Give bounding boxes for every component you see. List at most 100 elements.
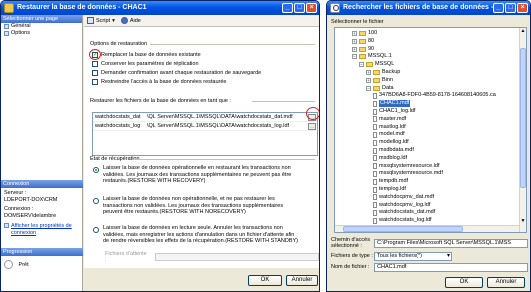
- browse-file-button[interactable]: …: [308, 122, 316, 130]
- progress-section: Progression Prêt: [1, 248, 83, 271]
- tree-file-item[interactable]: msdblog.ldf: [373, 155, 407, 162]
- file-icon: [373, 163, 377, 170]
- table-empty-area: [93, 131, 317, 155]
- standby-radio[interactable]: [93, 227, 99, 233]
- tree-file-item[interactable]: model.mdf: [373, 131, 405, 138]
- tree-folder-item[interactable]: − Data: [366, 85, 394, 92]
- file-name-input[interactable]: CHAC1.mdf: [374, 263, 528, 272]
- tree-file-item[interactable]: msdbdata.mdf: [373, 147, 414, 154]
- norecovery-option-row[interactable]: Laisser la base de données non opération…: [93, 196, 299, 216]
- tree-folder-item[interactable]: + Binn: [366, 77, 393, 84]
- ok-button[interactable]: OK: [445, 277, 483, 288]
- restrict-access-checkbox-row[interactable]: Restreindre l'accès à la base de données…: [92, 79, 227, 85]
- tree-item-label: Binn: [382, 76, 394, 83]
- folder-icon: [373, 70, 380, 75]
- file-type-label: Fichiers de type :: [331, 253, 373, 259]
- replace-db-checkbox-row[interactable]: Remplacer la base de données existante: [92, 51, 201, 58]
- folder-icon: [359, 54, 366, 60]
- scrollbar-thumb[interactable]: [343, 226, 463, 232]
- standby-option-row[interactable]: Laisser la base de données en lecture se…: [93, 225, 299, 245]
- table-row[interactable]: watchdocstats_log \QL Server\MSSQL.1\MSS…: [93, 122, 317, 131]
- collapse-icon[interactable]: −: [366, 85, 371, 91]
- file-tree[interactable]: +Installwatchdocstats_log.ldfwatchdocsta…: [334, 27, 527, 233]
- expand-icon[interactable]: +: [352, 46, 357, 52]
- tree-folder-item[interactable]: − MSSQL: [359, 61, 394, 68]
- browse-window-titlebar[interactable]: Rechercher les fichiers de base de donné…: [327, 1, 530, 15]
- tree-file-item[interactable]: CHAC1.mdf: [373, 100, 411, 108]
- tree-folder-item[interactable]: +100: [352, 30, 377, 37]
- scrollbar-thumb[interactable]: [520, 48, 526, 188]
- tree-item-label: 80: [368, 37, 375, 44]
- folder-icon: [373, 85, 380, 91]
- recovery-option-row[interactable]: Laisser la base de données opérationnell…: [93, 165, 299, 185]
- tree-item-label: model.mdf: [379, 131, 405, 138]
- tree-item-label: 100: [368, 30, 378, 36]
- tree-file-item[interactable]: CHAC1_log.ldf: [373, 108, 415, 115]
- expand-icon[interactable]: +: [352, 38, 357, 44]
- restore-database-window: Restaurer la base de données - CHAC1 _ □…: [0, 0, 320, 292]
- tree-file-item[interactable]: templog.ldf: [373, 186, 406, 193]
- close-button[interactable]: ×: [517, 3, 528, 13]
- collapse-icon[interactable]: −: [352, 54, 357, 60]
- cancel-button[interactable]: Annuler: [286, 275, 318, 286]
- highlight-circle: [89, 49, 101, 60]
- scroll-up-arrow-icon[interactable]: ▲: [520, 28, 526, 35]
- select-page-heading: Sélectionner une page: [1, 15, 82, 23]
- prompt-before-restore-checkbox[interactable]: [92, 70, 98, 76]
- tree-vertical-scrollbar[interactable]: ▲ ▼: [519, 28, 526, 232]
- tree-file-item[interactable]: watchdocstats_log.ldf: [373, 217, 432, 224]
- norecovery-radio[interactable]: [93, 198, 99, 204]
- keep-replication-checkbox-row[interactable]: Conserver les paramètres de réplication: [92, 61, 199, 67]
- folder-icon: [359, 46, 366, 52]
- tree-file-item[interactable]: watchdocpmv_dat.mdf: [373, 194, 434, 201]
- minimize-button[interactable]: _: [493, 3, 504, 13]
- tree-folder-item[interactable]: +90: [352, 46, 374, 53]
- prompt-before-restore-checkbox-row[interactable]: Demander confirmation avant chaque resta…: [92, 70, 261, 76]
- selected-path-input[interactable]: C:\Program Files\Microsoft SQL Server\MS…: [374, 239, 528, 248]
- tree-file-item[interactable]: master.mdf: [373, 116, 406, 123]
- sidebar-item-options[interactable]: Options: [1, 30, 82, 37]
- scroll-down-arrow-icon[interactable]: ▼: [520, 218, 526, 225]
- tree-folder-item[interactable]: +80: [352, 38, 374, 45]
- ok-button[interactable]: OK: [248, 275, 282, 286]
- tree-folder-item[interactable]: − MSSQL.1: [352, 53, 392, 60]
- tree-file-item[interactable]: mssqlsystemresource.mdf: [373, 170, 443, 177]
- folder-icon: [359, 31, 366, 36]
- tree-item-label: Data: [382, 84, 394, 91]
- sidebar-item-general[interactable]: Général: [1, 23, 82, 30]
- divider: [132, 159, 315, 160]
- table-row[interactable]: watchdocstats_dat \QL Server\MSSQL.1\MSS…: [93, 113, 317, 122]
- keep-replication-checkbox[interactable]: [92, 61, 98, 67]
- standby-file-row: Fichiers d'attente :: [105, 251, 319, 263]
- file-icon: [373, 178, 377, 185]
- recovery-radio[interactable]: [93, 167, 99, 173]
- expand-icon[interactable]: +: [366, 70, 371, 75]
- file-icon: [373, 202, 377, 209]
- restore-options-label: Options de restauration: [90, 41, 148, 47]
- tree-file-item[interactable]: modellog.ldf: [373, 139, 409, 146]
- view-connection-properties-link[interactable]: Afficher les propriétés de connexion: [11, 223, 80, 236]
- tree-file-item[interactable]: watchdocpmv_log.ldf: [373, 202, 430, 209]
- tree-file-item[interactable]: 347BD6A8-FDF0-4B59-8178-164608140605.ca: [373, 92, 496, 99]
- connection-heading: Connexion: [1, 180, 83, 188]
- tree-horizontal-scrollbar[interactable]: [335, 225, 519, 232]
- tree-file-item[interactable]: watchdocstats_dat.mdf: [373, 209, 435, 216]
- file-icon: [373, 139, 377, 146]
- expand-icon[interactable]: +: [352, 31, 357, 36]
- file-icon: [373, 194, 377, 201]
- progress-spinner-icon: [4, 260, 13, 269]
- cancel-button[interactable]: Annuler: [487, 277, 525, 288]
- restrict-access-checkbox[interactable]: [92, 79, 98, 85]
- tree-folder-item[interactable]: + Backup: [366, 69, 400, 76]
- standby-file-label: Fichiers d'attente :: [105, 251, 147, 263]
- collapse-icon[interactable]: −: [359, 62, 364, 68]
- tree-file-item[interactable]: mssqlsystemresource.ldf: [373, 163, 440, 170]
- maximize-button[interactable]: □: [505, 3, 516, 13]
- file-type-select[interactable]: Tous les fichiers(*): [374, 252, 452, 261]
- search-icon: [330, 3, 340, 13]
- properties-icon: [4, 223, 9, 228]
- tree-file-item[interactable]: tempdb.mdf: [373, 178, 408, 185]
- expand-icon[interactable]: +: [366, 77, 371, 83]
- tree-file-item[interactable]: mastlog.ldf: [373, 124, 406, 131]
- file-icon: [373, 217, 377, 224]
